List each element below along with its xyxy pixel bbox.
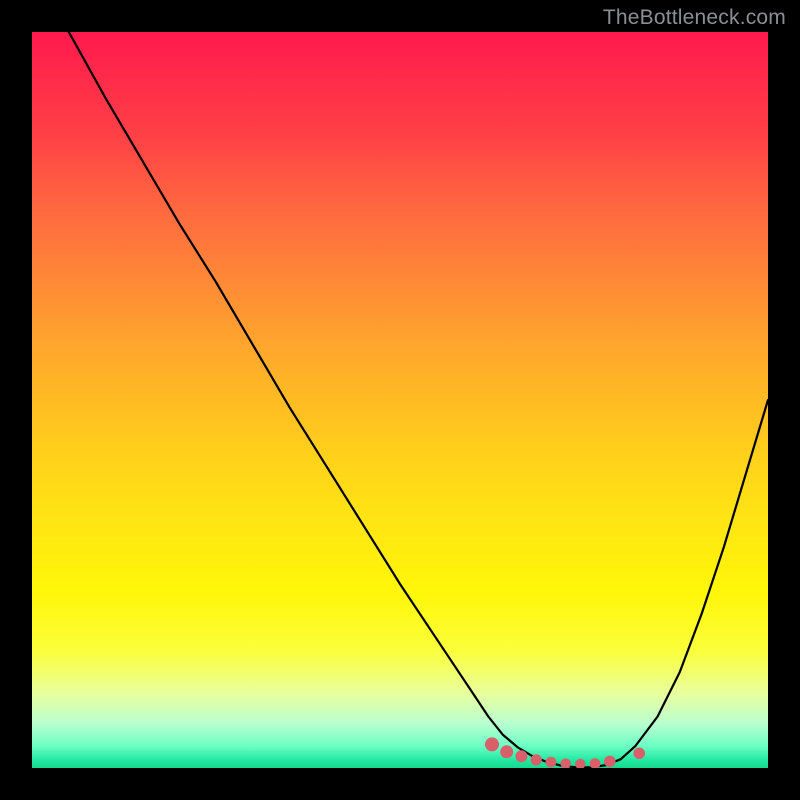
optimal-marker bbox=[531, 754, 542, 765]
optimal-marker bbox=[560, 758, 570, 768]
watermark-text: TheBottleneck.com bbox=[603, 6, 786, 30]
optimal-marker bbox=[575, 759, 585, 768]
plot-area bbox=[32, 32, 768, 768]
optimal-marker bbox=[604, 756, 616, 768]
optimal-marker bbox=[590, 758, 601, 768]
optimal-marker bbox=[546, 757, 557, 768]
chart-stage: TheBottleneck.com bbox=[0, 0, 800, 800]
optimal-marker bbox=[485, 737, 499, 751]
optimal-marker bbox=[515, 750, 527, 762]
optimal-range-markers bbox=[32, 32, 768, 768]
optimal-marker bbox=[500, 745, 513, 758]
optimal-marker bbox=[633, 748, 645, 760]
